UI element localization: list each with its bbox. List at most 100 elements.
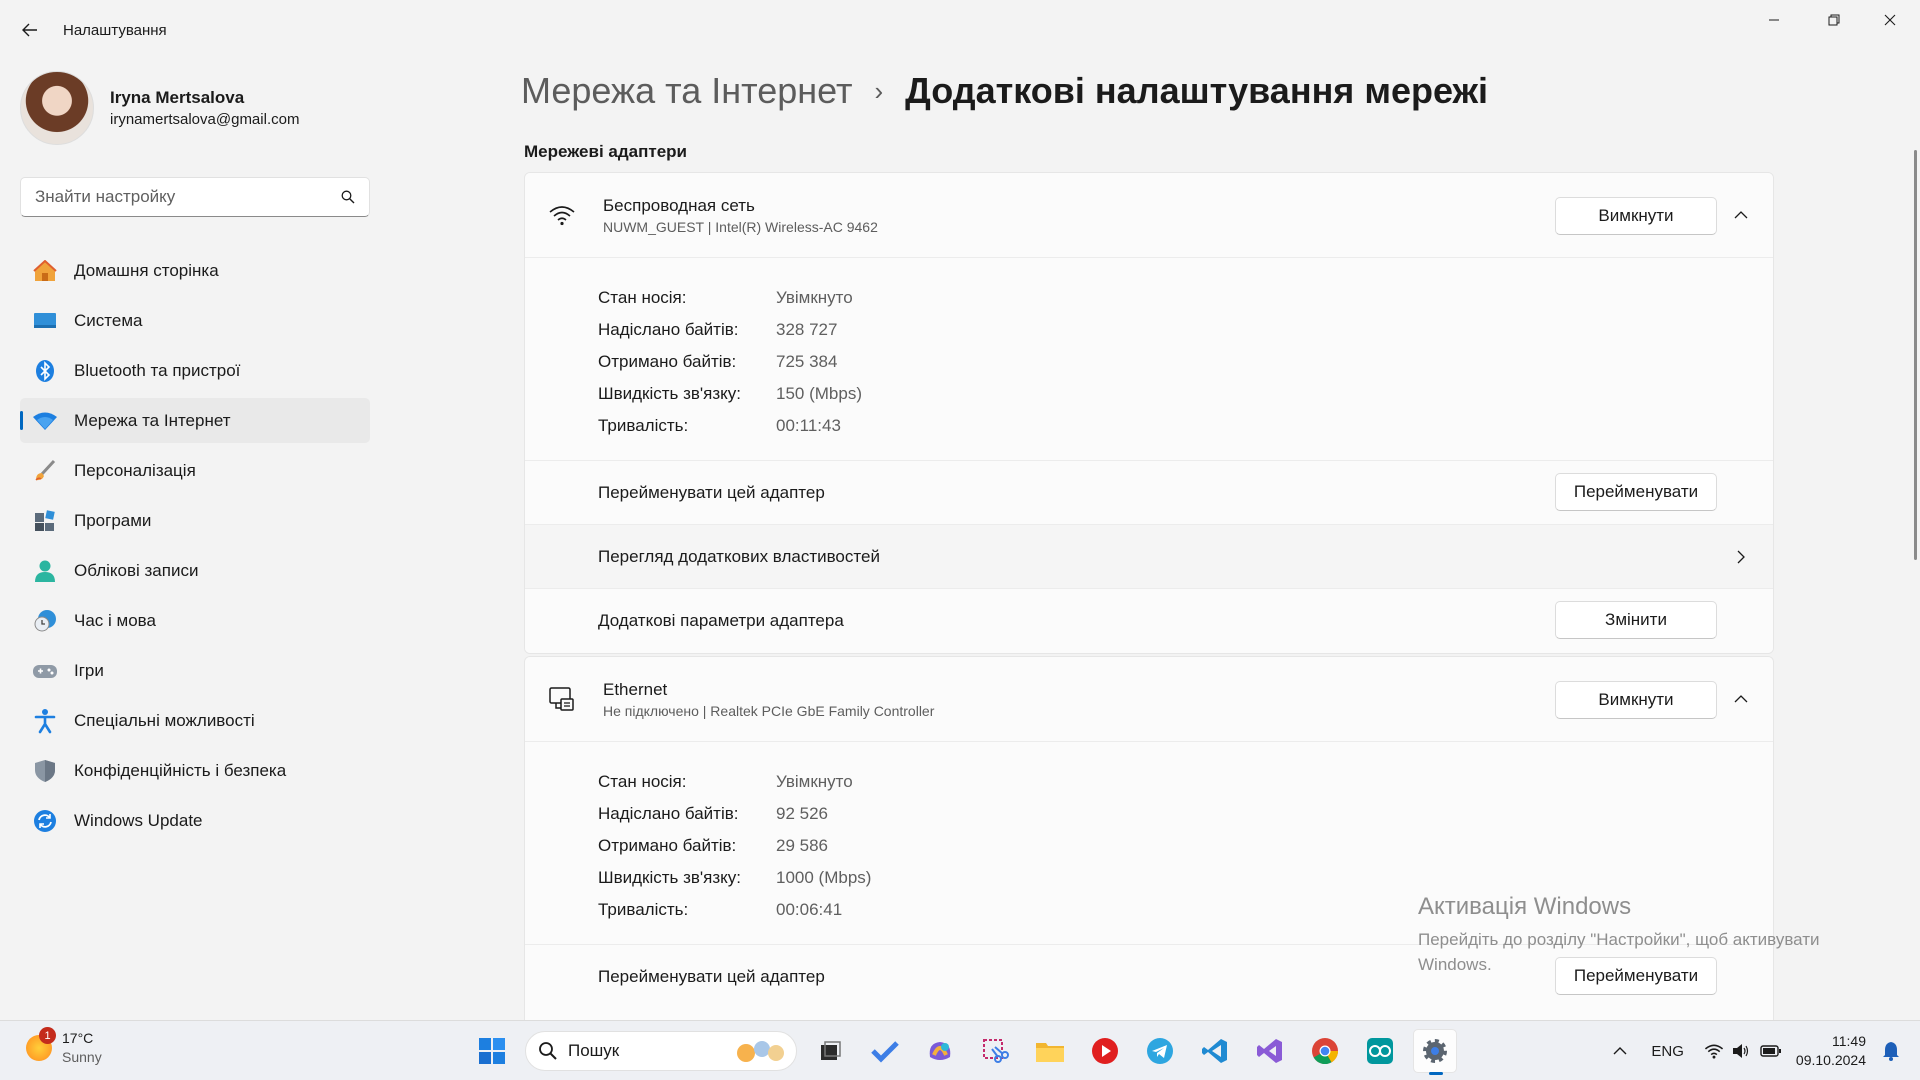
sidebar-item-accounts[interactable]: Облікові записи — [20, 548, 370, 593]
system-tray: ENG 11:49 09.10.2024 — [1613, 1021, 1920, 1080]
notification-badge: 1 — [39, 1027, 56, 1044]
minimize-button[interactable] — [1746, 0, 1802, 40]
sidebar-item-personalization[interactable]: Персоналізація — [20, 448, 370, 493]
settings-app[interactable] — [1413, 1029, 1457, 1075]
disable-adapter-button[interactable]: Вимкнути — [1555, 197, 1717, 235]
taskbar-search-label: Пошук — [568, 1041, 620, 1060]
user-profile[interactable]: Iryna Mertsalova irynamertsalova@gmail.c… — [20, 70, 299, 146]
search-icon — [539, 1042, 557, 1060]
ethernet-icon — [547, 684, 577, 714]
adapter-header[interactable]: Беспроводная сеть NUWM_GUEST | Intel(R) … — [525, 173, 1773, 258]
chevron-up-icon — [1734, 211, 1748, 219]
file-explorer-app[interactable] — [1028, 1029, 1072, 1073]
vscode-app[interactable] — [1193, 1029, 1237, 1073]
apps-icon — [32, 508, 58, 534]
detail-value: 150 (Mbps) — [776, 384, 862, 403]
sidebar-item-label: Ігри — [74, 660, 104, 680]
adapter-details: Стан носія: Увімкнуто Надіслано байтів: 32… — [525, 258, 1773, 461]
detail-row: Стан носія: Увімкнуто — [598, 766, 1773, 798]
taskbar-apps: Пошук — [470, 1027, 1468, 1075]
bell-icon — [1883, 1042, 1899, 1061]
rename-button[interactable]: Перейменувати — [1555, 473, 1717, 511]
detail-label: Тривалість: — [598, 416, 689, 435]
detail-value: 29 586 — [776, 836, 828, 855]
sidebar-item-network[interactable]: Мережа та Інтернет — [20, 398, 370, 443]
vscode-icon — [1202, 1039, 1227, 1063]
media-player-app[interactable] — [1083, 1029, 1127, 1073]
telegram-app[interactable] — [1138, 1029, 1182, 1073]
quick-settings[interactable] — [1704, 1043, 1782, 1059]
detail-value: 1000 (Mbps) — [776, 868, 872, 887]
detail-row: Тривалість: 00:11:43 — [598, 410, 1773, 442]
sidebar-item-label: Система — [74, 310, 143, 330]
watermark-text: Перейдіть до розділу "Настройки", щоб ак… — [1418, 930, 1820, 974]
weather-widget[interactable]: 1 17°C Sunny — [26, 1027, 102, 1067]
update-icon — [32, 808, 58, 834]
disable-adapter-button[interactable]: Вимкнути — [1555, 681, 1717, 719]
copilot-app[interactable] — [918, 1029, 962, 1073]
detail-label: Стан носія: — [598, 772, 687, 791]
notification-center[interactable] — [1882, 1041, 1900, 1061]
rename-adapter-row: Перейменувати цей адаптер Перейменувати — [525, 461, 1773, 525]
collapse-button[interactable] — [1727, 201, 1755, 229]
sun-icon: 1 — [26, 1027, 56, 1061]
clock[interactable]: 11:49 09.10.2024 — [1796, 1032, 1866, 1070]
volume-icon — [1732, 1044, 1749, 1058]
time-language-icon — [32, 608, 58, 634]
back-button[interactable] — [14, 16, 46, 44]
view-properties-label: Перегляд додаткових властивостей — [598, 546, 880, 566]
detail-value: 92 526 — [776, 804, 828, 823]
sidebar-item-label: Мережа та Інтернет — [74, 410, 231, 430]
brush-icon — [32, 458, 58, 484]
change-button[interactable]: Змінити — [1555, 601, 1717, 639]
sidebar-item-time-language[interactable]: Час і мова — [20, 598, 370, 643]
sidebar-item-home[interactable]: Домашня сторінка — [20, 248, 370, 293]
view-properties-row[interactable]: Перегляд додаткових властивостей — [525, 525, 1773, 589]
chevron-up-icon — [1613, 1047, 1627, 1055]
close-button[interactable] — [1862, 0, 1918, 40]
collapse-button[interactable] — [1727, 685, 1755, 713]
sidebar-item-accessibility[interactable]: Спеціальні можливості — [20, 698, 370, 743]
adapter-header[interactable]: Ethernet Не підключено | Realtek PCIe Gb… — [525, 657, 1773, 742]
scrollbar[interactable] — [1914, 150, 1917, 560]
sidebar-item-gaming[interactable]: Ігри — [20, 648, 370, 693]
detail-label: Отримано байтів: — [598, 352, 737, 371]
profile-name: Iryna Mertsalova — [110, 88, 245, 107]
start-button[interactable] — [470, 1029, 514, 1073]
chevron-right-icon — [1727, 543, 1755, 571]
show-hidden-icons[interactable] — [1613, 1047, 1627, 1055]
wifi-icon — [547, 200, 577, 230]
detail-row: Швидкість зв'язку: 150 (Mbps) — [598, 378, 1773, 410]
sidebar-item-bluetooth[interactable]: Bluetooth та пристрої — [20, 348, 370, 393]
visual-studio-icon — [1257, 1039, 1282, 1063]
taskbar-search[interactable]: Пошук — [525, 1031, 797, 1071]
adapter-subtitle: NUWM_GUEST | Intel(R) Wireless-AC 9462 — [603, 218, 878, 235]
scissors-icon — [983, 1039, 1009, 1063]
detail-row: Стан носія: Увімкнуто — [598, 282, 1773, 314]
search-input[interactable] — [35, 187, 341, 207]
restore-button[interactable] — [1806, 0, 1862, 40]
sidebar-item-privacy[interactable]: Конфіденційність і безпека — [20, 748, 370, 793]
visual-studio-app[interactable] — [1248, 1029, 1292, 1073]
sidebar-item-label: Час і мова — [74, 610, 156, 630]
snipping-tool-app[interactable] — [973, 1029, 1017, 1073]
detail-value: Увімкнуто — [776, 288, 853, 307]
accounts-icon — [32, 558, 58, 584]
arduino-app[interactable] — [1358, 1029, 1402, 1073]
search-icon[interactable] — [341, 190, 355, 204]
todo-app[interactable] — [863, 1029, 907, 1073]
sidebar-item-windows-update[interactable]: Windows Update — [20, 798, 370, 843]
battery-icon — [1760, 1045, 1781, 1057]
search-highlight-icon — [737, 1041, 784, 1062]
breadcrumb-parent[interactable]: Мережа та Інтернет — [521, 70, 852, 112]
sidebar-item-system[interactable]: Система — [20, 298, 370, 343]
sidebar-nav: Домашня сторінка Система Bluetooth та пр… — [20, 248, 370, 848]
task-view-button[interactable] — [808, 1029, 852, 1073]
language-indicator[interactable]: ENG — [1651, 1043, 1684, 1060]
chrome-app[interactable] — [1303, 1029, 1347, 1073]
app-title: Налаштування — [63, 22, 167, 39]
profile-email: irynamertsalova@gmail.com — [110, 111, 300, 128]
sidebar-item-apps[interactable]: Програми — [20, 498, 370, 543]
settings-search — [20, 177, 370, 217]
sidebar-item-label: Спеціальні можливості — [74, 710, 255, 730]
